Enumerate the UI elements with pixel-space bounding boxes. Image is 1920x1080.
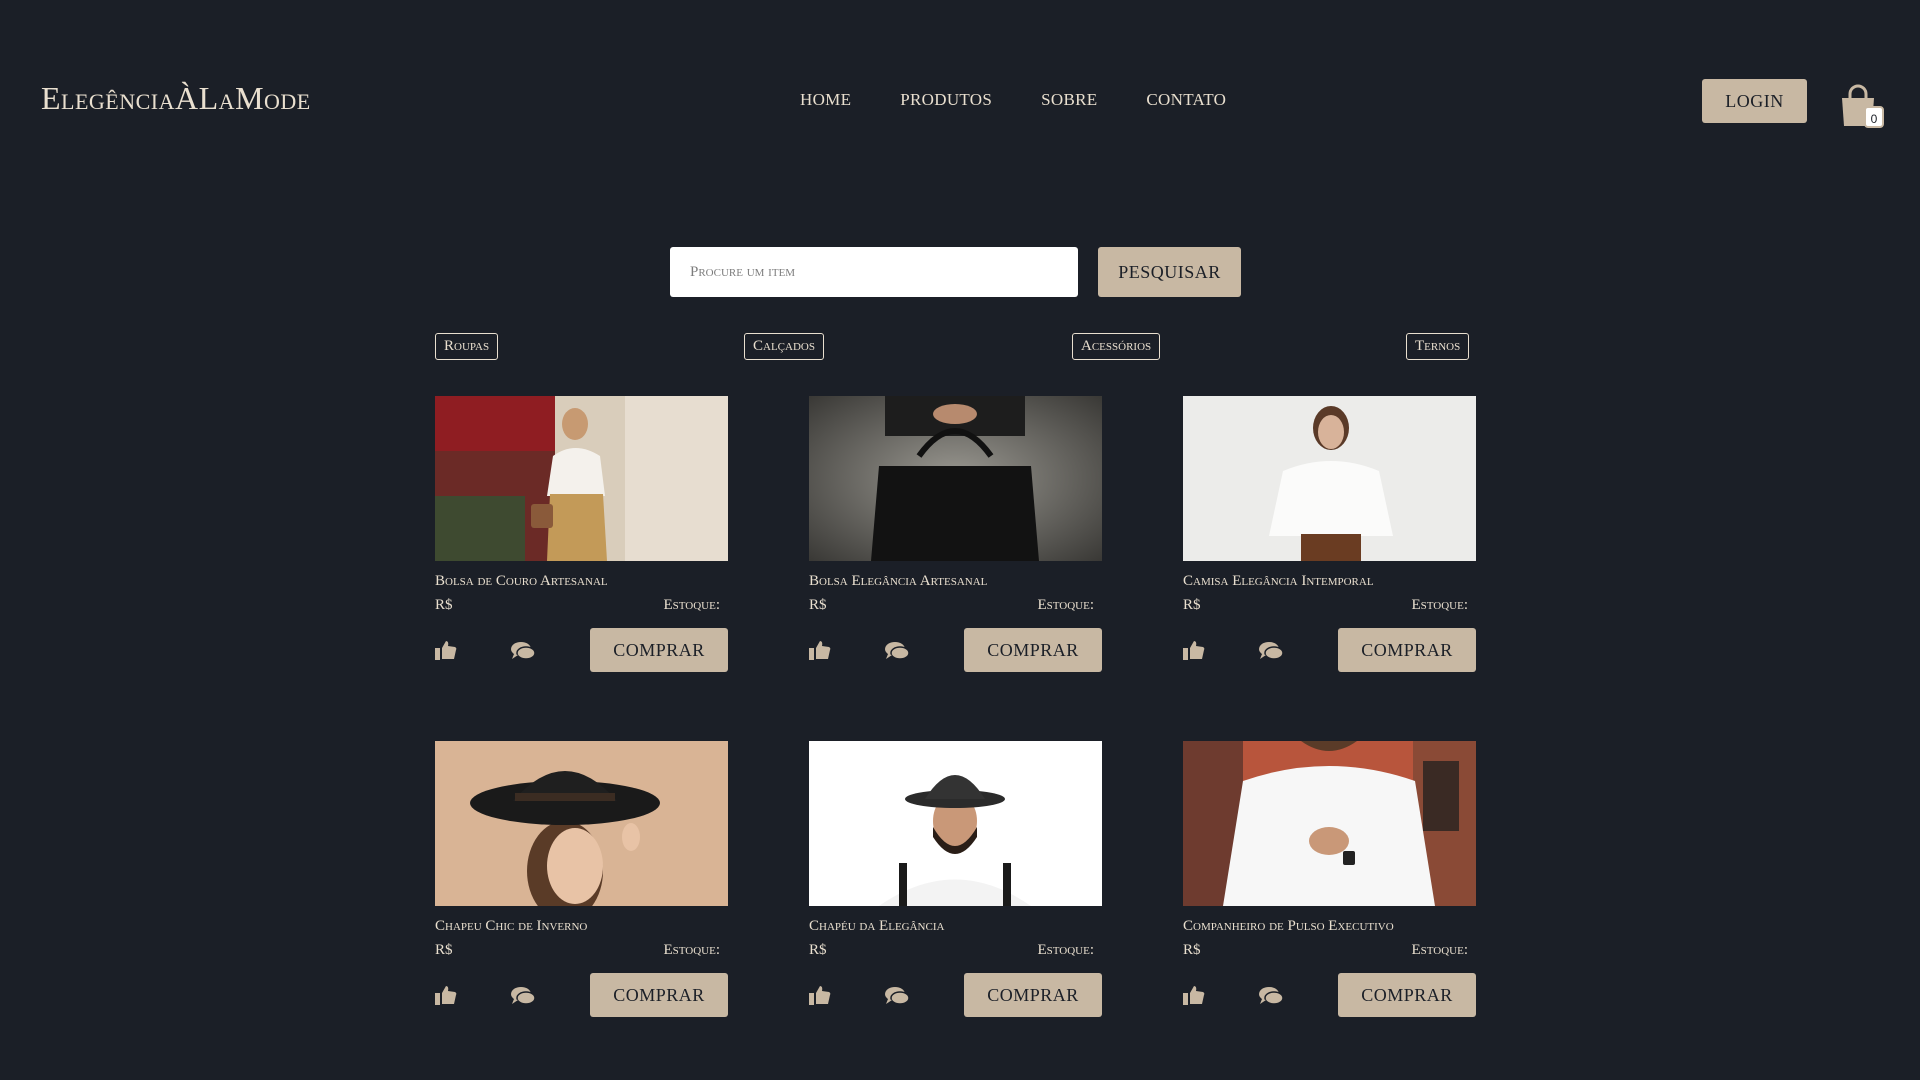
product-name: Chapeu Chic de Inverno xyxy=(435,918,588,934)
product-price: R$ xyxy=(435,942,453,958)
nav-produtos[interactable]: PRODUTOS xyxy=(900,90,992,110)
buy-button[interactable]: COMPRAR xyxy=(964,628,1102,672)
thumbs-up-icon[interactable] xyxy=(435,985,457,1005)
product-stock: Estoque: xyxy=(663,597,720,613)
product-image[interactable] xyxy=(435,741,728,906)
comments-icon[interactable] xyxy=(510,640,536,662)
product-card: Bolsa Elegância Artesanal R$ Estoque: CO… xyxy=(809,396,1102,672)
search-bar: PESQUISAR xyxy=(670,247,1241,297)
comments-icon[interactable] xyxy=(1258,640,1284,662)
buy-button[interactable]: COMPRAR xyxy=(590,973,728,1017)
product-image[interactable] xyxy=(1183,396,1476,561)
product-name: Bolsa Elegância Artesanal xyxy=(809,573,988,589)
product-card: Chapéu da Elegância R$ Estoque: COMPRAR xyxy=(809,741,1102,1017)
thumbs-up-icon[interactable] xyxy=(809,985,831,1005)
category-acessorios[interactable]: Acessórios xyxy=(1072,333,1161,360)
product-price: R$ xyxy=(435,597,453,613)
thumbs-up-icon[interactable] xyxy=(1183,640,1205,660)
product-image[interactable] xyxy=(809,741,1102,906)
nav-sobre[interactable]: SOBRE xyxy=(1041,90,1097,110)
product-name: Companheiro de Pulso Executivo xyxy=(1183,918,1394,934)
product-image[interactable] xyxy=(809,396,1102,561)
product-price: R$ xyxy=(809,942,827,958)
product-stock: Estoque: xyxy=(1037,597,1094,613)
login-button[interactable]: LOGIN xyxy=(1702,79,1807,123)
nav-home[interactable]: HOME xyxy=(800,90,851,110)
comments-icon[interactable] xyxy=(884,640,910,662)
thumbs-up-icon[interactable] xyxy=(435,640,457,660)
search-button[interactable]: PESQUISAR xyxy=(1098,247,1241,297)
product-stock: Estoque: xyxy=(1037,942,1094,958)
product-stock: Estoque: xyxy=(663,942,720,958)
product-image[interactable] xyxy=(435,396,728,561)
thumbs-up-icon[interactable] xyxy=(1183,985,1205,1005)
buy-button[interactable]: COMPRAR xyxy=(590,628,728,672)
search-input[interactable] xyxy=(670,247,1078,297)
comments-icon[interactable] xyxy=(884,985,910,1007)
product-name: Camisa Elegância Intemporal xyxy=(1183,573,1374,589)
category-calcados[interactable]: Calçados xyxy=(744,333,824,360)
buy-button[interactable]: COMPRAR xyxy=(1338,628,1476,672)
comments-icon[interactable] xyxy=(510,985,536,1007)
buy-button[interactable]: COMPRAR xyxy=(964,973,1102,1017)
product-card: Companheiro de Pulso Executivo R$ Estoqu… xyxy=(1183,741,1476,1017)
buy-button[interactable]: COMPRAR xyxy=(1338,973,1476,1017)
product-price: R$ xyxy=(809,597,827,613)
main-nav: HOME PRODUTOS SOBRE CONTATO xyxy=(800,90,1226,110)
product-price: R$ xyxy=(1183,597,1201,613)
product-stock: Estoque: xyxy=(1411,942,1468,958)
site-header: ElegênciaÀLaMode HOME PRODUTOS SOBRE CON… xyxy=(0,0,1920,200)
product-name: Bolsa de Couro Artesanal xyxy=(435,573,608,589)
product-price: R$ xyxy=(1183,942,1201,958)
nav-contato[interactable]: CONTATO xyxy=(1146,90,1226,110)
product-card: Chapeu Chic de Inverno R$ Estoque: COMPR… xyxy=(435,741,728,1017)
product-image[interactable] xyxy=(1183,741,1476,906)
brand-logo[interactable]: ElegênciaÀLaMode xyxy=(41,80,311,117)
product-name: Chapéu da Elegância xyxy=(809,918,945,934)
product-card: Camisa Elegância Intemporal R$ Estoque: … xyxy=(1183,396,1476,672)
category-roupas[interactable]: Roupas xyxy=(435,333,499,360)
category-ternos[interactable]: Ternos xyxy=(1406,333,1470,360)
product-stock: Estoque: xyxy=(1411,597,1468,613)
thumbs-up-icon[interactable] xyxy=(809,640,831,660)
cart-count-badge: 0 xyxy=(1864,106,1884,128)
product-card: Bolsa de Couro Artesanal R$ Estoque: COM… xyxy=(435,396,728,672)
comments-icon[interactable] xyxy=(1258,985,1284,1007)
